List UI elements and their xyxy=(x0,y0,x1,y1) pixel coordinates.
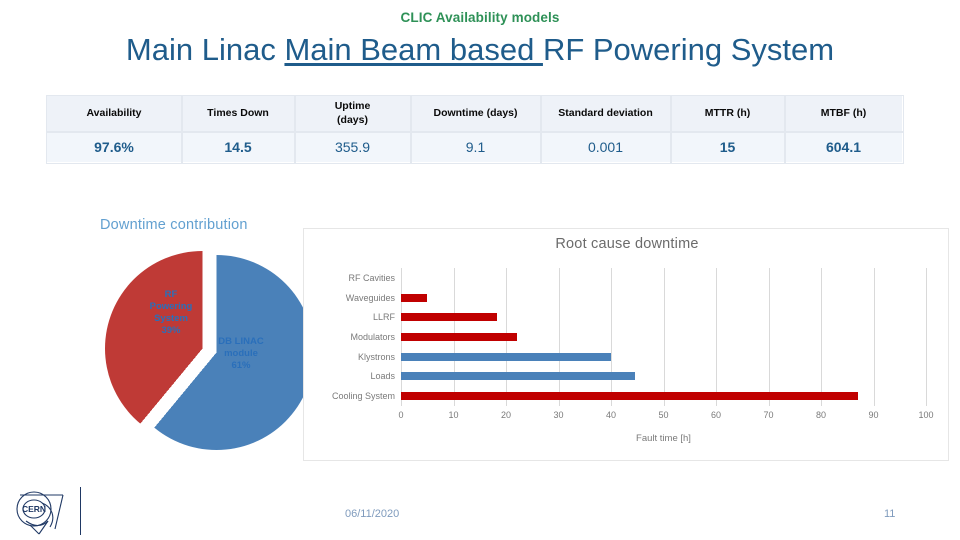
cell-times-down: 14.5 xyxy=(180,130,296,164)
bar-modulators xyxy=(401,332,517,341)
bar-chart-title: Root cause downtime xyxy=(555,236,699,252)
y-axis-label-klystrons: Klystrons xyxy=(357,351,395,362)
bar-chart-plot-area: RF Cavities Waveguides LLRF Modulators Klyst… xyxy=(332,268,934,444)
bar-row: Loads xyxy=(370,367,926,387)
bar-row: RF Cavities xyxy=(348,268,926,288)
table-header-row: Availability Times Down Uptime (days) Do… xyxy=(45,94,904,133)
x-tick-30: 30 xyxy=(553,410,564,420)
pie-label-rf-percent: 39% xyxy=(161,324,181,336)
bar-klystrons xyxy=(401,352,611,361)
column-header-availability: Availability xyxy=(45,94,183,133)
y-axis-label-waveguides: Waveguides xyxy=(345,292,395,303)
x-tick-0: 0 xyxy=(398,410,404,420)
pie-label-db-linac-module: DB LINAC module 61% xyxy=(202,336,280,372)
bar-llrf xyxy=(401,313,497,322)
column-header-uptime-line2: (days) xyxy=(337,113,368,126)
column-header-times-down: Times Down xyxy=(180,94,296,133)
pie-label-rf-powering-system: RF Powering System 39% xyxy=(140,289,202,337)
bar-row: Modulators xyxy=(350,327,926,347)
bar-cooling-system xyxy=(401,392,858,401)
y-axis-label-loads: Loads xyxy=(370,371,395,382)
footer-page-number: 11 xyxy=(884,508,896,520)
pie-label-db-percent: 61% xyxy=(231,359,251,371)
x-tick-80: 80 xyxy=(815,410,827,420)
cell-standard-deviation: 0.001 xyxy=(539,130,672,164)
downtime-contribution-pie-chart: RF Powering System 39% DB LINAC module 6… xyxy=(62,245,314,460)
column-header-mtbf: MTBF (h) xyxy=(783,94,904,133)
x-tick-60: 60 xyxy=(710,410,722,420)
pie-chart-title: Downtime contribution xyxy=(100,217,248,233)
title-part-1: Main Linac xyxy=(125,32,285,67)
column-header-uptime-line1: Uptime xyxy=(334,100,371,113)
bar-waveguides xyxy=(401,293,428,302)
table-row: 97.6% 14.5 355.9 9.1 0.001 15 604.1 xyxy=(45,130,904,164)
y-axis-label-rf-cavities: RF Cavities xyxy=(348,272,395,283)
cern-logo-icon: CERN xyxy=(16,491,64,535)
cern-logo-text: CERN xyxy=(22,504,46,514)
slide-subtitle: CLIC Availability models xyxy=(400,10,560,25)
cell-uptime: 355.9 xyxy=(293,130,412,164)
column-header-mttr: MTTR (h) xyxy=(669,94,786,133)
bar-row: Klystrons xyxy=(358,347,926,367)
y-axis-label-modulators: Modulators xyxy=(350,331,395,342)
y-axis-label-llrf: LLRF xyxy=(372,312,395,323)
title-underlined-part: Main Beam based xyxy=(284,32,543,67)
footer-divider xyxy=(80,487,81,535)
footer-date: 06/11/2020 xyxy=(345,508,400,520)
pie-label-rf-line1: RF xyxy=(164,289,178,300)
x-tick-20: 20 xyxy=(500,410,512,420)
availability-stats-table: Availability Times Down Uptime (days) Do… xyxy=(45,94,904,164)
pie-label-db-line2: module xyxy=(224,347,258,359)
gridline-100 xyxy=(926,268,927,406)
x-tick-10: 10 xyxy=(448,410,459,420)
x-tick-40: 40 xyxy=(605,410,617,420)
bar-row: LLRF xyxy=(373,307,926,327)
bar-row: Cooling System xyxy=(332,386,926,406)
x-axis-title: Fault time [h] xyxy=(636,433,691,444)
pie-label-db-line1: DB LINAC xyxy=(218,336,264,347)
cell-availability: 97.6% xyxy=(45,130,183,164)
y-axis-label-cooling-system: Cooling System xyxy=(331,391,395,402)
title-part-2: RF Powering System xyxy=(542,32,835,67)
pie-label-rf-line2: Powering xyxy=(149,300,193,312)
pie-label-rf-line3: System xyxy=(154,312,188,324)
bar-loads xyxy=(401,372,635,381)
x-tick-90: 90 xyxy=(868,410,879,420)
column-header-standard-deviation: Standard deviation xyxy=(539,94,672,133)
cell-mtbf: 604.1 xyxy=(783,130,904,164)
bar-row: Waveguides xyxy=(346,288,926,308)
column-header-uptime: Uptime (days) xyxy=(293,94,412,133)
root-cause-downtime-chart: Root cause downtime RF Cavities Waveguide… xyxy=(303,228,949,461)
x-tick-100: 100 xyxy=(918,410,934,420)
cell-downtime: 9.1 xyxy=(409,130,542,164)
x-tick-50: 50 xyxy=(658,410,669,420)
x-tick-70: 70 xyxy=(763,410,774,420)
cell-mttr: 15 xyxy=(669,130,786,164)
slide-title: Main Linac Main Beam based RF Powering S… xyxy=(0,32,960,68)
column-header-downtime: Downtime (days) xyxy=(409,94,542,133)
